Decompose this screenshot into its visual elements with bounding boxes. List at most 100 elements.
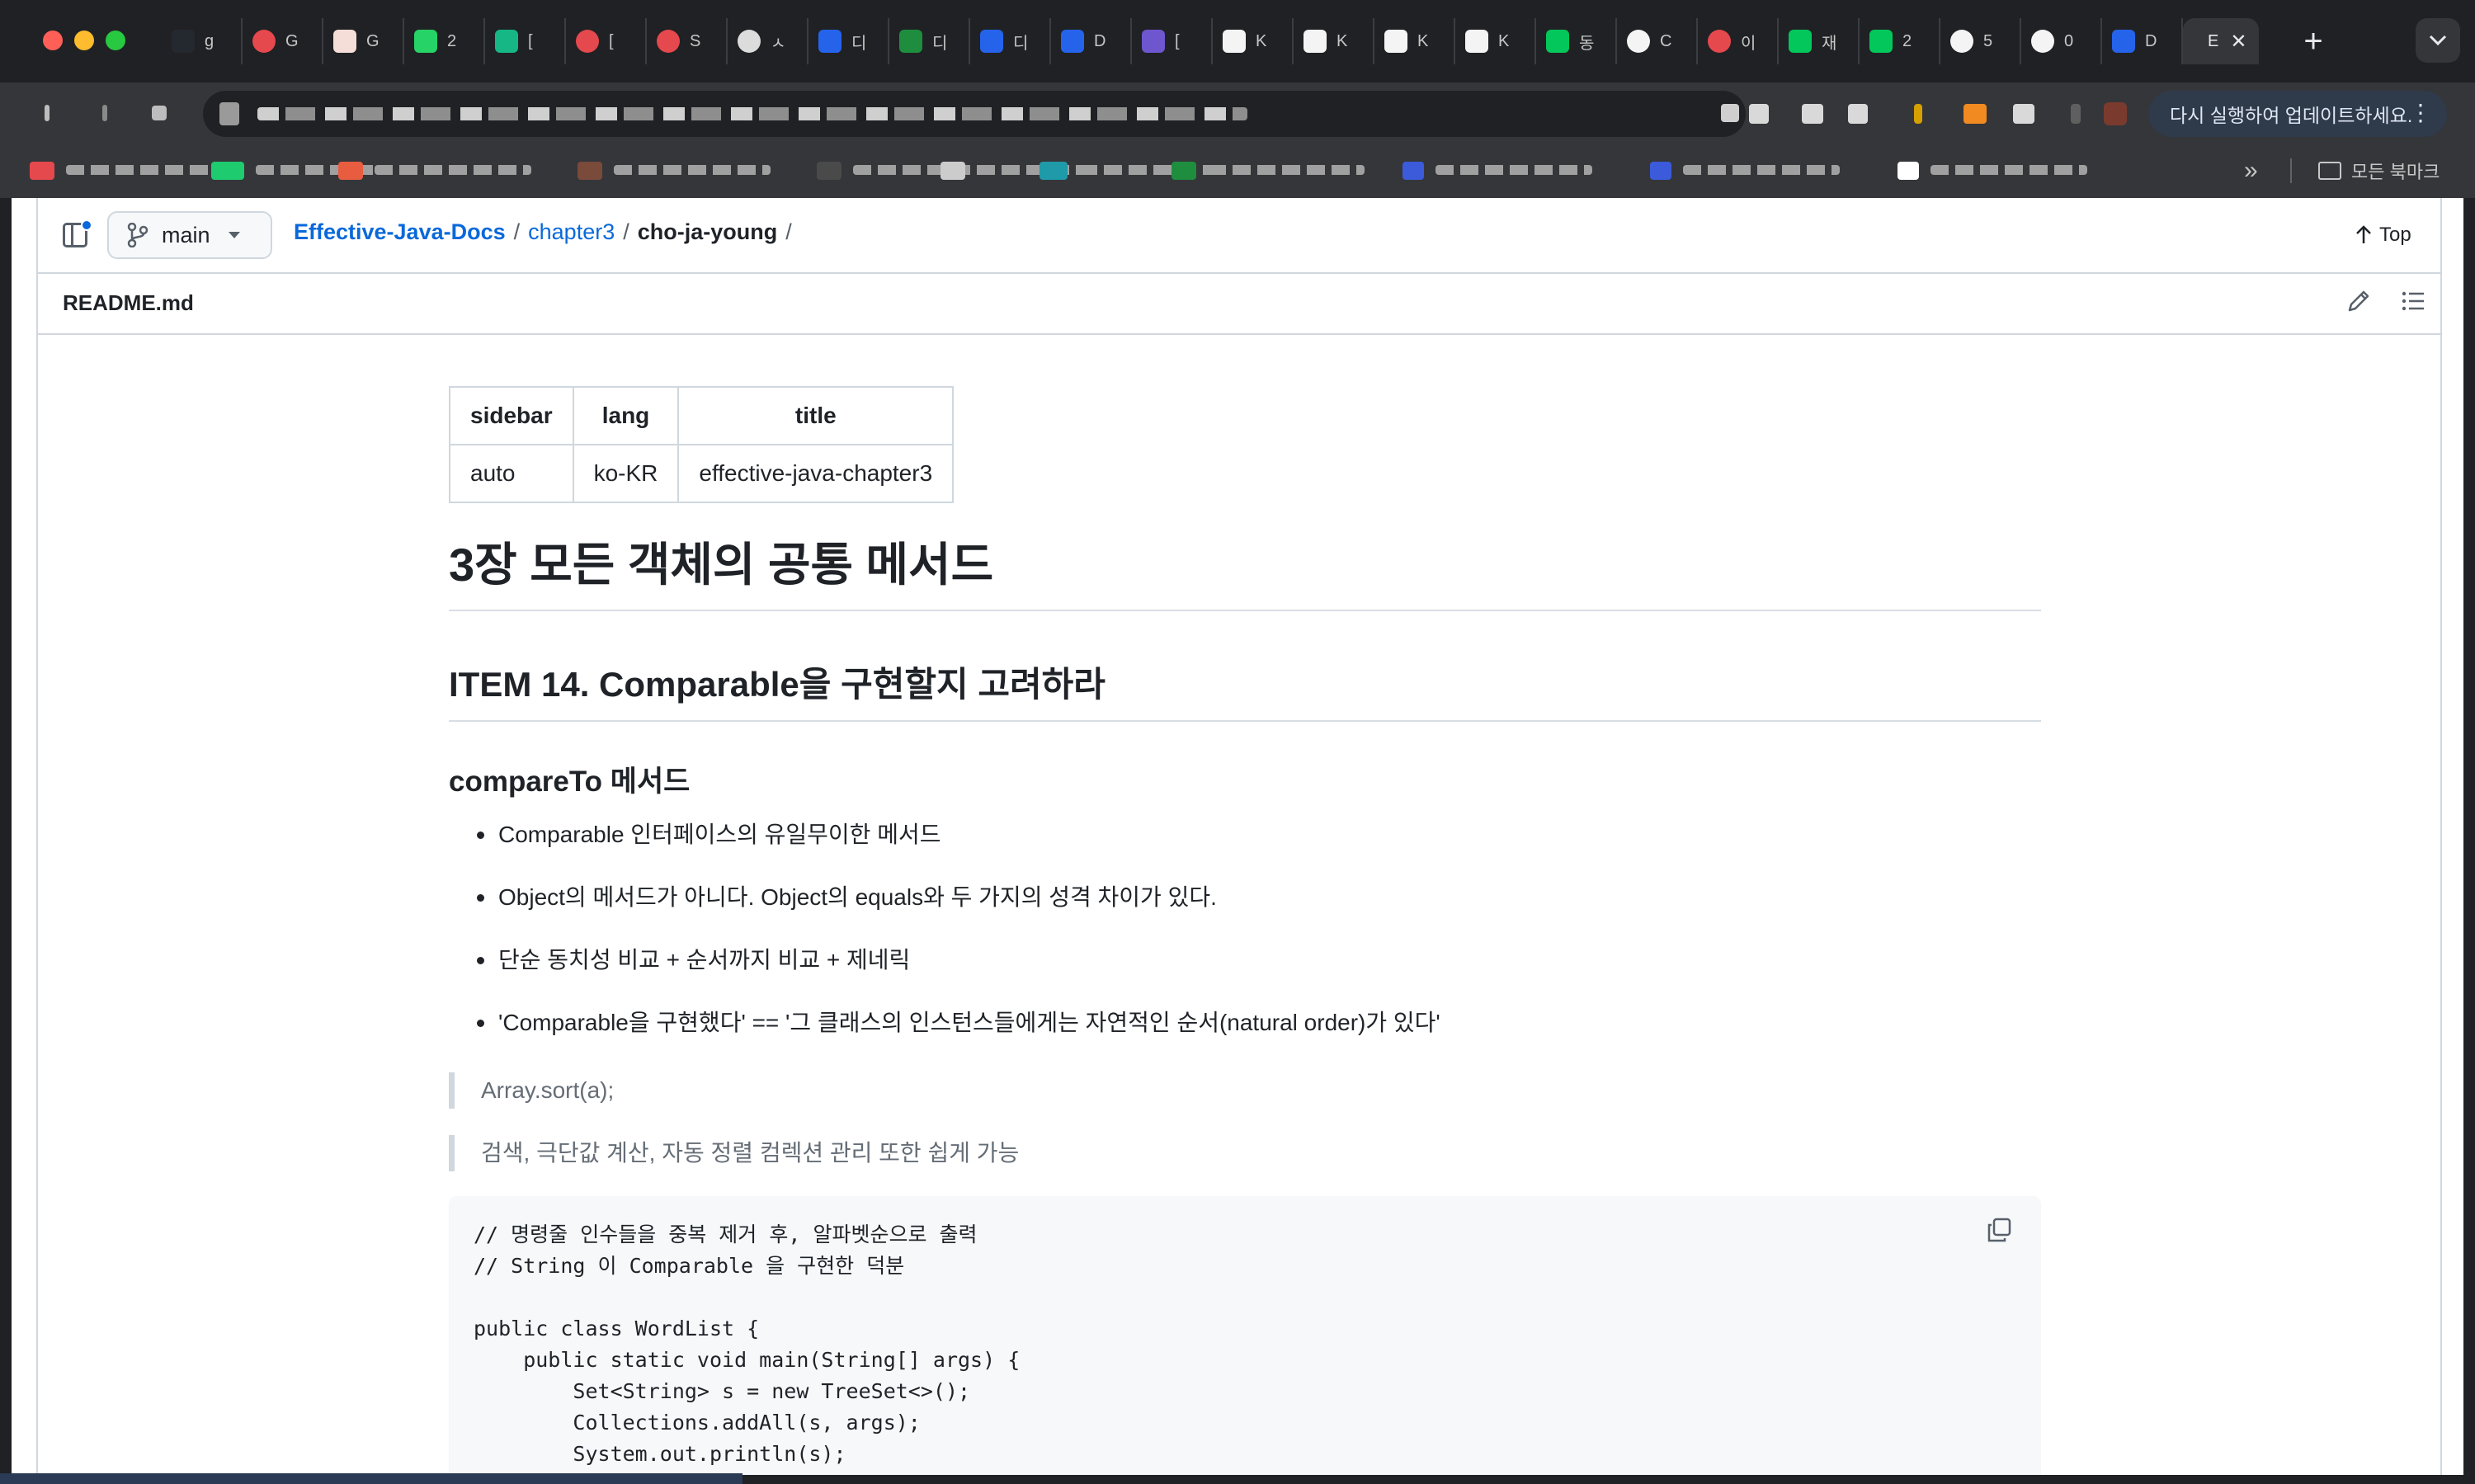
bookmark-favicon[interactable] <box>30 162 54 180</box>
chrome-icon <box>738 30 761 53</box>
bookmark-favicon[interactable] <box>940 162 965 180</box>
browser-tab[interactable]: 디 <box>889 18 970 64</box>
browser-tab[interactable]: ㅅ <box>728 18 808 64</box>
green-plus-icon <box>899 30 922 53</box>
browser-tab[interactable]: C <box>1617 18 1698 64</box>
browser-toolbar: 다시 실행하여 업데이트하세요. ⋮ <box>0 82 2475 144</box>
branch-selector-button[interactable]: main <box>107 211 272 259</box>
browser-tab[interactable]: 재 <box>1779 18 1860 64</box>
profile-avatar[interactable] <box>2104 102 2127 125</box>
back-to-top-button[interactable]: Top <box>2355 218 2411 252</box>
browser-tab[interactable]: [ <box>1132 18 1213 64</box>
bookmark-favicon[interactable] <box>338 162 363 180</box>
breadcrumb-repo-link[interactable]: Effective-Java-Docs <box>294 219 506 245</box>
table-header-row: sidebar lang title <box>449 386 955 445</box>
k-logo-icon <box>1465 30 1488 53</box>
close-icon[interactable]: ✕ <box>2230 30 2246 54</box>
bookmark-label-blurred[interactable] <box>66 165 223 175</box>
browser-tab[interactable]: K <box>1455 18 1536 64</box>
browser-tab[interactable]: K <box>1374 18 1455 64</box>
readme-file-header: README.md <box>38 274 2440 335</box>
browser-tab[interactable]: 2 <box>404 18 485 64</box>
browser-tab[interactable]: S <box>647 18 728 64</box>
forward-button[interactable] <box>91 99 119 127</box>
breadcrumb-folder-link[interactable]: chapter3 <box>528 219 615 245</box>
breadcrumb-separator: / <box>623 219 629 244</box>
edit-file-button[interactable] <box>2345 287 2374 317</box>
update-prompt-label: 다시 실행하여 업데이트하세요. <box>2170 105 2413 126</box>
d-logo-icon <box>980 30 1003 53</box>
browser-tab[interactable]: [ <box>485 18 566 64</box>
tab-label: g <box>205 31 214 50</box>
browser-tab[interactable]: [ <box>566 18 647 64</box>
bookmarks-overflow-icon[interactable]: » <box>2244 157 2258 185</box>
blog-icon <box>1869 30 1893 53</box>
browser-tab[interactable]: K <box>1213 18 1294 64</box>
browser-tab[interactable]: 0 <box>2021 18 2102 64</box>
background-status-bar <box>0 1473 742 1484</box>
update-prompt-button[interactable]: 다시 실행하여 업데이트하세요. ⋮ <box>2148 91 2447 137</box>
browser-tab[interactable]: 이 <box>1698 18 1779 64</box>
browser-tab[interactable]: 동 <box>1536 18 1617 64</box>
copy-code-button[interactable] <box>1985 1216 2018 1249</box>
branch-name: main <box>162 222 210 247</box>
red-circle-icon <box>252 30 276 53</box>
extension-icon[interactable] <box>1914 104 1922 124</box>
sidebar-panel-divider <box>71 223 73 247</box>
extensions-puzzle-icon[interactable] <box>2013 104 2034 124</box>
list-item: 단순 동치성 비교 + 순서까지 비교 + 제네릭 <box>449 944 2041 1006</box>
window-minimize-button[interactable] <box>74 31 94 50</box>
new-tab-button[interactable]: + <box>2292 20 2335 63</box>
outline-button[interactable] <box>2399 287 2429 317</box>
all-bookmarks-label: 모든 북마크 <box>2351 162 2440 182</box>
bookmark-favicon[interactable] <box>1172 162 1196 180</box>
bookmark-label-blurred[interactable] <box>375 165 531 175</box>
browser-tab[interactable]: 2 <box>1860 18 1940 64</box>
browser-tab[interactable]: D <box>1051 18 1132 64</box>
extension-icon[interactable] <box>2071 104 2081 124</box>
tab-label: G <box>366 31 380 50</box>
bookmark-favicon[interactable] <box>578 162 602 180</box>
more-vert-icon[interactable]: ⋮ <box>2409 99 2432 126</box>
extension-icon[interactable] <box>1749 104 1769 124</box>
bookmark-favicon[interactable] <box>1040 162 1068 180</box>
bookmark-label-blurred[interactable] <box>1930 165 2087 175</box>
browser-tab[interactable]: K <box>1294 18 1374 64</box>
bookmark-favicon[interactable] <box>1650 162 1671 180</box>
back-button[interactable] <box>33 99 61 127</box>
bookmark-label-blurred[interactable] <box>1436 165 1592 175</box>
table-header-cell: sidebar <box>449 386 574 445</box>
bookmark-label-blurred[interactable] <box>1683 165 1840 175</box>
tab-search-button[interactable] <box>2416 18 2460 63</box>
reload-button[interactable] <box>145 99 173 127</box>
all-bookmarks-button[interactable]: 모든 북마크 <box>2318 155 2440 186</box>
browser-tab[interactable]: 디 <box>808 18 889 64</box>
window-maximize-button[interactable] <box>106 31 125 50</box>
bookmark-favicon[interactable] <box>211 162 244 180</box>
extension-icon[interactable] <box>1964 104 1987 124</box>
browser-tab[interactable]: g <box>162 18 243 64</box>
browser-tab[interactable]: 디 <box>970 18 1051 64</box>
bookmark-label-blurred[interactable] <box>614 165 771 175</box>
tab-label: 0 <box>2064 31 2074 50</box>
sidebar-toggle-button[interactable] <box>63 219 92 249</box>
tab-label: K <box>1256 31 1267 50</box>
browser-tab[interactable]: D <box>2102 18 2183 64</box>
list-item: Comparable 인터페이스의 유일무이한 메서드 <box>449 818 2041 881</box>
tab-label: G <box>285 31 299 50</box>
code-block: // 명령줄 인수들을 중복 제거 후, 알파벳순으로 출력 // String… <box>449 1196 2041 1475</box>
window-close-button[interactable] <box>43 31 63 50</box>
tab-active[interactable]: E ✕ <box>2183 18 2259 64</box>
bookmark-favicon[interactable] <box>1402 162 1424 180</box>
bookmark-favicon[interactable] <box>1898 162 1919 180</box>
breadcrumb-current: cho-ja-young <box>637 219 778 244</box>
bookmark-label-blurred[interactable] <box>1208 165 1365 175</box>
bookmark-favicon[interactable] <box>817 162 842 180</box>
browser-tab[interactable]: G <box>243 18 323 64</box>
extension-icon[interactable] <box>1848 104 1868 124</box>
extension-icon[interactable] <box>1802 104 1823 124</box>
browser-tab[interactable]: 5 <box>1940 18 2021 64</box>
reload-icon <box>152 106 167 120</box>
address-bar[interactable] <box>203 91 1746 137</box>
browser-tab[interactable]: G <box>323 18 404 64</box>
